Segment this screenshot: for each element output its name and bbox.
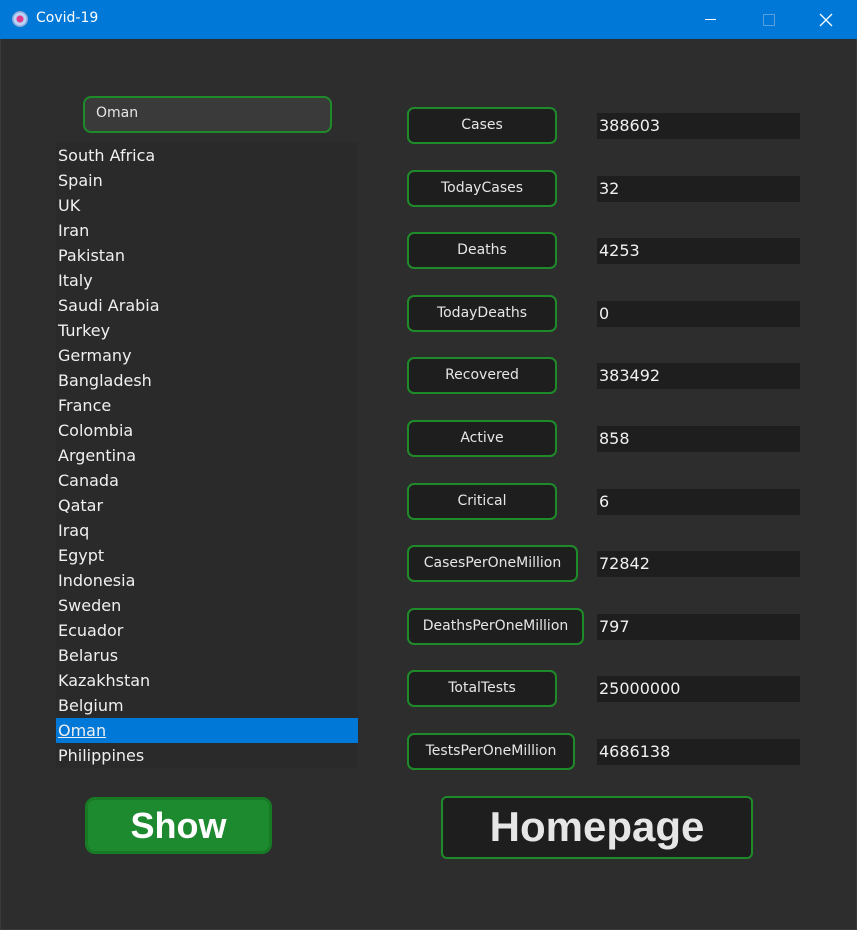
list-item[interactable]: Kazakhstan bbox=[56, 668, 358, 693]
stat-value-recovered[interactable]: 383492 bbox=[597, 363, 800, 390]
list-item[interactable]: Qatar bbox=[56, 493, 358, 518]
list-item[interactable]: Philippines bbox=[56, 743, 358, 768]
stat-value-cases[interactable]: 388603 bbox=[597, 113, 800, 139]
list-item[interactable]: Indonesia bbox=[56, 568, 358, 593]
list-item[interactable]: Turkey bbox=[56, 318, 358, 343]
stat-value-totaltests[interactable]: 25000000 bbox=[597, 676, 800, 703]
country-name: Sweden bbox=[58, 596, 122, 615]
country-name: Kazakhstan bbox=[58, 671, 151, 690]
stat-label-deaths[interactable]: Deaths bbox=[407, 232, 557, 270]
stat-value-todaycases[interactable]: 32 bbox=[597, 175, 800, 202]
country-name: Ecuador bbox=[58, 621, 124, 640]
stat-label-cases[interactable]: Cases bbox=[407, 107, 557, 144]
list-item[interactable]: Ecuador bbox=[56, 618, 358, 643]
country-name: Belarus bbox=[58, 646, 119, 665]
country-name: Germany bbox=[58, 346, 132, 365]
country-list[interactable]: South Africa Spain UK Iran Pakistan Italy Saud… bbox=[56, 142, 358, 768]
stat-label-deathsperonemillion[interactable]: DeathsPerOneMillion bbox=[407, 607, 584, 645]
search-input[interactable]: Oman bbox=[83, 96, 332, 133]
list-item[interactable]: Saudi Arabia bbox=[56, 293, 358, 318]
stat-label-totaltests[interactable]: TotalTests bbox=[407, 670, 557, 708]
homepage-button[interactable]: Homepage bbox=[441, 796, 753, 859]
stat-label-recovered[interactable]: Recovered bbox=[407, 357, 557, 395]
country-name: Philippines bbox=[58, 746, 145, 765]
list-item[interactable]: Iran bbox=[56, 218, 358, 243]
country-name: Qatar bbox=[58, 496, 104, 515]
list-item[interactable]: Argentina bbox=[56, 443, 358, 468]
country-name: Turkey bbox=[58, 321, 111, 340]
country-name: Pakistan bbox=[58, 246, 125, 265]
stat-value-casesperonemillion[interactable]: 72842 bbox=[597, 551, 800, 578]
list-item[interactable]: Sweden bbox=[56, 593, 358, 618]
country-name: France bbox=[58, 396, 112, 415]
country-name: Colombia bbox=[58, 421, 134, 440]
list-item[interactable]: Colombia bbox=[56, 418, 358, 443]
stat-label-testsperonemillion[interactable]: TestsPerOneMillion bbox=[407, 733, 575, 770]
list-item[interactable]: Iraq bbox=[56, 518, 358, 543]
stat-label-todaydeaths[interactable]: TodayDeaths bbox=[407, 294, 557, 332]
country-name: Argentina bbox=[58, 446, 137, 465]
stat-value-deathsperonemillion[interactable]: 797 bbox=[597, 613, 800, 640]
country-name: Iraq bbox=[58, 521, 90, 540]
country-name: Belgium bbox=[58, 696, 124, 715]
list-item[interactable]: Spain bbox=[56, 168, 358, 193]
stat-value-todaydeaths[interactable]: 0 bbox=[597, 300, 800, 327]
country-name: Bangladesh bbox=[58, 371, 152, 390]
country-name: Indonesia bbox=[58, 571, 136, 590]
show-button[interactable]: Show bbox=[85, 797, 272, 854]
list-item[interactable]: Belgium bbox=[56, 693, 358, 718]
country-name: Spain bbox=[58, 171, 103, 190]
country-name: Saudi Arabia bbox=[58, 296, 160, 315]
list-item[interactable]: Oman bbox=[56, 718, 358, 743]
country-name: Egypt bbox=[58, 546, 105, 565]
list-item[interactable]: South Africa bbox=[56, 143, 358, 168]
stat-label-casesperonemillion[interactable]: CasesPerOneMillion bbox=[407, 545, 578, 583]
stat-value-testsperonemillion[interactable]: 4686138 bbox=[597, 739, 800, 765]
list-item[interactable]: Germany bbox=[56, 343, 358, 368]
maximize-icon[interactable] bbox=[739, 0, 797, 39]
list-item[interactable]: UK bbox=[56, 193, 358, 218]
country-name: Iran bbox=[58, 221, 90, 240]
country-name: South Africa bbox=[58, 146, 156, 165]
stat-value-active[interactable]: 858 bbox=[597, 426, 800, 452]
list-item[interactable]: Egypt bbox=[56, 543, 358, 568]
list-item[interactable]: Belarus bbox=[56, 643, 358, 668]
list-item[interactable]: France bbox=[56, 393, 358, 418]
country-name: Oman bbox=[58, 721, 107, 740]
country-name: Canada bbox=[58, 471, 119, 490]
stat-label-todaycases[interactable]: TodayCases bbox=[407, 169, 557, 207]
close-icon[interactable] bbox=[797, 0, 855, 39]
list-item[interactable]: Canada bbox=[56, 468, 358, 493]
title-bar: Covid-19 bbox=[0, 0, 857, 39]
app-icon bbox=[12, 11, 28, 27]
stat-label-critical[interactable]: Critical bbox=[407, 482, 557, 520]
minimize-icon[interactable] bbox=[681, 0, 739, 39]
stat-label-active[interactable]: Active bbox=[407, 420, 557, 457]
list-item[interactable]: Pakistan bbox=[56, 243, 358, 268]
stat-value-deaths[interactable]: 4253 bbox=[597, 238, 800, 265]
country-name: UK bbox=[58, 196, 81, 215]
list-item[interactable]: Italy bbox=[56, 268, 358, 293]
stat-value-critical[interactable]: 6 bbox=[597, 488, 800, 515]
list-item[interactable]: Bangladesh bbox=[56, 368, 358, 393]
window-title: Covid-19 bbox=[36, 10, 99, 26]
country-name: Italy bbox=[58, 271, 93, 290]
